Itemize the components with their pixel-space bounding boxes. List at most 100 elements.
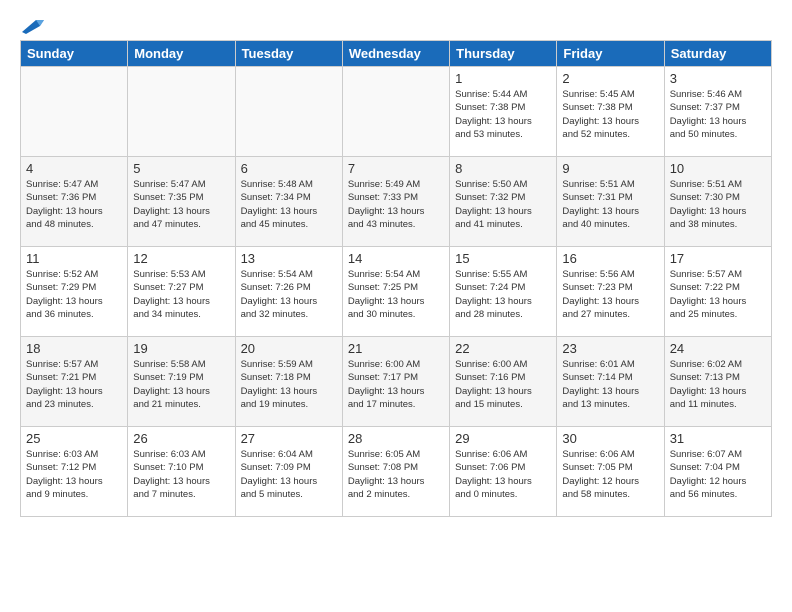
table-row: 4 Sunrise: 5:47 AM Sunset: 7:36 PM Daylig…	[21, 157, 128, 247]
calendar-week-row: 25 Sunrise: 6:03 AM Sunset: 7:12 PM Dayli…	[21, 427, 772, 517]
day-info: Sunrise: 6:00 AM Sunset: 7:17 PM Dayligh…	[348, 358, 444, 411]
table-row: 10 Sunrise: 5:51 AM Sunset: 7:30 PM Dayli…	[664, 157, 771, 247]
table-row: 12Sunrise: 5:53 AM Sunset: 7:27 PM Dayli…	[128, 247, 235, 337]
table-row: 3 Sunrise: 5:46 AM Sunset: 7:37 PM Daylig…	[664, 67, 771, 157]
table-row	[235, 67, 342, 157]
header-saturday: Saturday	[664, 41, 771, 67]
day-number: 22	[455, 341, 551, 356]
logo	[20, 20, 44, 32]
day-info: Sunrise: 5:58 AM Sunset: 7:19 PM Dayligh…	[133, 358, 229, 411]
day-info: Sunrise: 5:51 AM Sunset: 7:30 PM Dayligh…	[670, 178, 766, 231]
day-number: 15	[455, 251, 551, 266]
table-row: 30Sunrise: 6:06 AM Sunset: 7:05 PM Dayli…	[557, 427, 664, 517]
table-row: 17 Sunrise: 5:57 AM Sunset: 7:22 PM Dayli…	[664, 247, 771, 337]
day-info: Sunrise: 6:05 AM Sunset: 7:08 PM Dayligh…	[348, 448, 444, 501]
calendar-header: Sunday Monday Tuesday Wednesday Thursday…	[21, 41, 772, 67]
calendar-week-row: 11Sunrise: 5:52 AM Sunset: 7:29 PM Dayli…	[21, 247, 772, 337]
page-container: Sunday Monday Tuesday Wednesday Thursday…	[0, 0, 792, 527]
day-number: 21	[348, 341, 444, 356]
calendar-table: Sunday Monday Tuesday Wednesday Thursday…	[20, 40, 772, 517]
table-row: 13 Sunrise: 5:54 AM Sunset: 7:26 PM Dayli…	[235, 247, 342, 337]
day-info: Sunrise: 6:01 AM Sunset: 7:14 PM Dayligh…	[562, 358, 658, 411]
table-row: 1 Sunrise: 5:44 AM Sunset: 7:38 PM Daylig…	[450, 67, 557, 157]
day-number: 1	[455, 71, 551, 86]
day-info: Sunrise: 5:57 AM Sunset: 7:22 PM Dayligh…	[670, 268, 766, 321]
table-row: 11Sunrise: 5:52 AM Sunset: 7:29 PM Dayli…	[21, 247, 128, 337]
header-wednesday: Wednesday	[342, 41, 449, 67]
day-number: 10	[670, 161, 766, 176]
table-row: 26Sunrise: 6:03 AM Sunset: 7:10 PM Dayli…	[128, 427, 235, 517]
day-info: Sunrise: 6:07 AM Sunset: 7:04 PM Dayligh…	[670, 448, 766, 501]
day-number: 28	[348, 431, 444, 446]
table-row: 6 Sunrise: 5:48 AM Sunset: 7:34 PM Daylig…	[235, 157, 342, 247]
day-number: 25	[26, 431, 122, 446]
day-number: 30	[562, 431, 658, 446]
day-number: 4	[26, 161, 122, 176]
day-number: 14	[348, 251, 444, 266]
day-info: Sunrise: 5:47 AM Sunset: 7:36 PM Dayligh…	[26, 178, 122, 231]
day-info: Sunrise: 6:04 AM Sunset: 7:09 PM Dayligh…	[241, 448, 337, 501]
day-number: 23	[562, 341, 658, 356]
table-row	[128, 67, 235, 157]
day-info: Sunrise: 6:00 AM Sunset: 7:16 PM Dayligh…	[455, 358, 551, 411]
table-row: 7 Sunrise: 5:49 AM Sunset: 7:33 PM Daylig…	[342, 157, 449, 247]
day-number: 9	[562, 161, 658, 176]
table-row: 25 Sunrise: 6:03 AM Sunset: 7:12 PM Dayli…	[21, 427, 128, 517]
day-info: Sunrise: 5:50 AM Sunset: 7:32 PM Dayligh…	[455, 178, 551, 231]
day-info: Sunrise: 6:02 AM Sunset: 7:13 PM Dayligh…	[670, 358, 766, 411]
day-number: 7	[348, 161, 444, 176]
table-row: 23 Sunrise: 6:01 AM Sunset: 7:14 PM Dayli…	[557, 337, 664, 427]
day-info: Sunrise: 5:57 AM Sunset: 7:21 PM Dayligh…	[26, 358, 122, 411]
table-row: 27 Sunrise: 6:04 AM Sunset: 7:09 PM Dayli…	[235, 427, 342, 517]
table-row: 5Sunrise: 5:47 AM Sunset: 7:35 PM Daylig…	[128, 157, 235, 247]
day-number: 13	[241, 251, 337, 266]
logo-icon	[22, 18, 44, 36]
table-row	[342, 67, 449, 157]
table-row: 19Sunrise: 5:58 AM Sunset: 7:19 PM Dayli…	[128, 337, 235, 427]
table-row: 20 Sunrise: 5:59 AM Sunset: 7:18 PM Dayli…	[235, 337, 342, 427]
day-info: Sunrise: 5:59 AM Sunset: 7:18 PM Dayligh…	[241, 358, 337, 411]
table-row: 31Sunrise: 6:07 AM Sunset: 7:04 PM Dayli…	[664, 427, 771, 517]
day-number: 17	[670, 251, 766, 266]
table-row: 18 Sunrise: 5:57 AM Sunset: 7:21 PM Dayli…	[21, 337, 128, 427]
day-info: Sunrise: 5:54 AM Sunset: 7:25 PM Dayligh…	[348, 268, 444, 321]
day-info: Sunrise: 5:44 AM Sunset: 7:38 PM Dayligh…	[455, 88, 551, 141]
table-row: 29 Sunrise: 6:06 AM Sunset: 7:06 PM Dayli…	[450, 427, 557, 517]
header	[20, 20, 772, 32]
day-info: Sunrise: 5:49 AM Sunset: 7:33 PM Dayligh…	[348, 178, 444, 231]
day-info: Sunrise: 6:06 AM Sunset: 7:06 PM Dayligh…	[455, 448, 551, 501]
day-number: 3	[670, 71, 766, 86]
table-row: 24 Sunrise: 6:02 AM Sunset: 7:13 PM Dayli…	[664, 337, 771, 427]
day-number: 20	[241, 341, 337, 356]
day-info: Sunrise: 5:54 AM Sunset: 7:26 PM Dayligh…	[241, 268, 337, 321]
day-info: Sunrise: 5:48 AM Sunset: 7:34 PM Dayligh…	[241, 178, 337, 231]
day-number: 29	[455, 431, 551, 446]
day-number: 2	[562, 71, 658, 86]
day-info: Sunrise: 5:55 AM Sunset: 7:24 PM Dayligh…	[455, 268, 551, 321]
day-number: 24	[670, 341, 766, 356]
table-row: 28 Sunrise: 6:05 AM Sunset: 7:08 PM Dayli…	[342, 427, 449, 517]
day-info: Sunrise: 5:46 AM Sunset: 7:37 PM Dayligh…	[670, 88, 766, 141]
day-info: Sunrise: 5:45 AM Sunset: 7:38 PM Dayligh…	[562, 88, 658, 141]
table-row: 2 Sunrise: 5:45 AM Sunset: 7:38 PM Daylig…	[557, 67, 664, 157]
day-number: 27	[241, 431, 337, 446]
table-row: 16Sunrise: 5:56 AM Sunset: 7:23 PM Dayli…	[557, 247, 664, 337]
day-info: Sunrise: 5:52 AM Sunset: 7:29 PM Dayligh…	[26, 268, 122, 321]
day-number: 16	[562, 251, 658, 266]
calendar-week-row: 1 Sunrise: 5:44 AM Sunset: 7:38 PM Daylig…	[21, 67, 772, 157]
header-tuesday: Tuesday	[235, 41, 342, 67]
table-row: 21 Sunrise: 6:00 AM Sunset: 7:17 PM Dayli…	[342, 337, 449, 427]
day-info: Sunrise: 6:03 AM Sunset: 7:10 PM Dayligh…	[133, 448, 229, 501]
day-number: 8	[455, 161, 551, 176]
header-friday: Friday	[557, 41, 664, 67]
table-row: 15 Sunrise: 5:55 AM Sunset: 7:24 PM Dayli…	[450, 247, 557, 337]
day-number: 12	[133, 251, 229, 266]
calendar-week-row: 4 Sunrise: 5:47 AM Sunset: 7:36 PM Daylig…	[21, 157, 772, 247]
day-info: Sunrise: 5:51 AM Sunset: 7:31 PM Dayligh…	[562, 178, 658, 231]
day-info: Sunrise: 5:47 AM Sunset: 7:35 PM Dayligh…	[133, 178, 229, 231]
day-number: 18	[26, 341, 122, 356]
day-info: Sunrise: 6:03 AM Sunset: 7:12 PM Dayligh…	[26, 448, 122, 501]
header-sunday: Sunday	[21, 41, 128, 67]
weekday-header-row: Sunday Monday Tuesday Wednesday Thursday…	[21, 41, 772, 67]
day-number: 6	[241, 161, 337, 176]
